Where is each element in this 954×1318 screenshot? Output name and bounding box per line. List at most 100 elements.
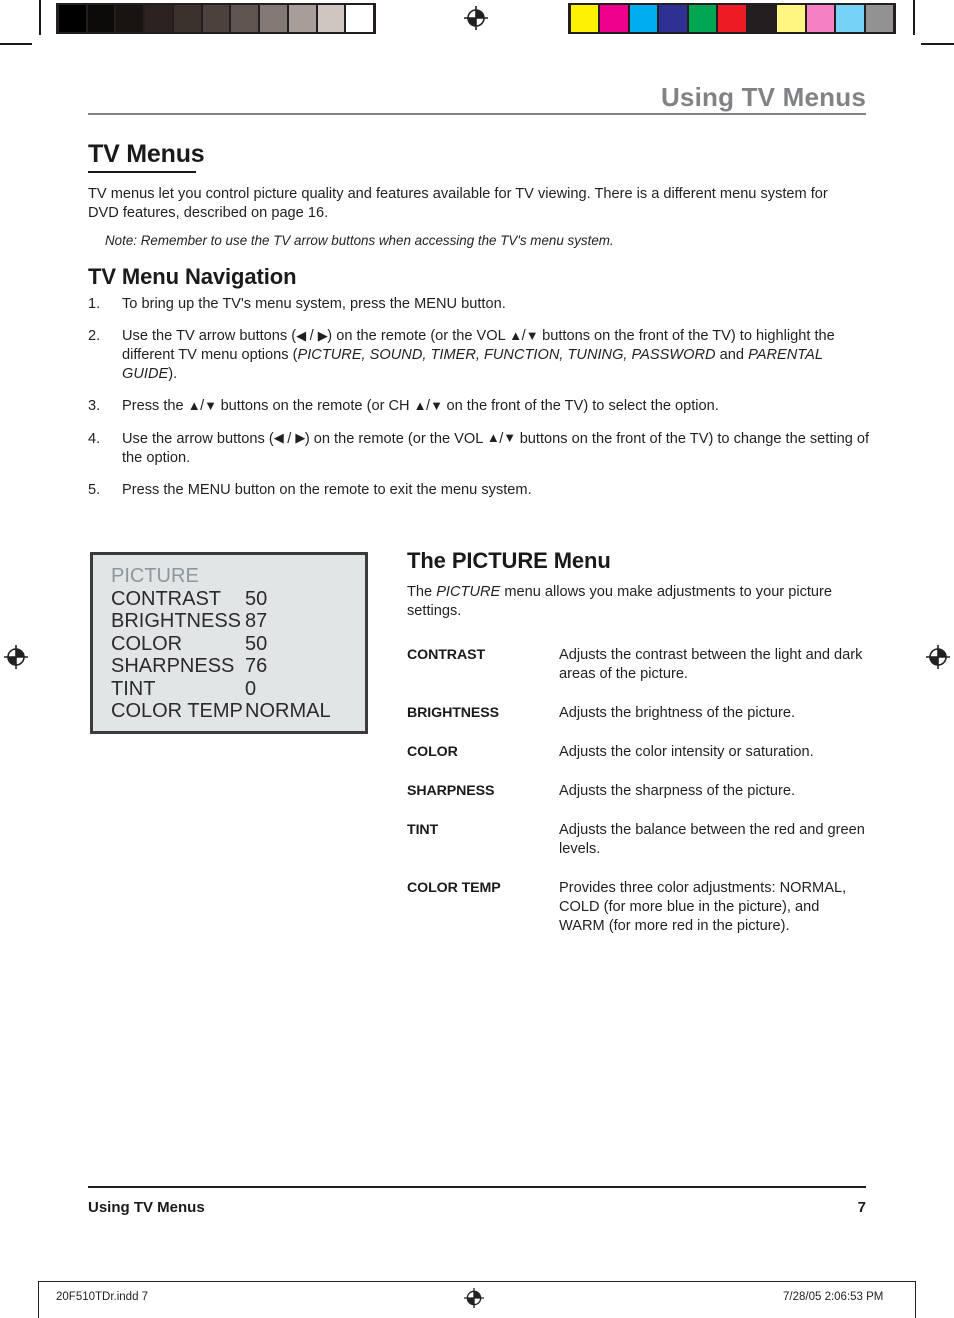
picture-menu-row-label: TINT: [111, 677, 156, 700]
definition-row: COLOR TEMP Provides three color adjustmen…: [407, 879, 869, 936]
picture-menu-row: COLOR TEMP NORMAL: [111, 700, 365, 723]
navigation-steps-list: 1. To bring up the TV's menu system, pres…: [88, 295, 878, 513]
intro-paragraph: TV menus let you control picture quality…: [88, 186, 828, 221]
grayscale-swatch: [173, 5, 201, 32]
picture-menu-intro-part: The: [407, 584, 437, 600]
picture-menu-intro: The PICTURE menu allows you make adjustm…: [407, 583, 865, 621]
registration-target-icon-left: [4, 645, 28, 669]
definition-term: COLOR TEMP: [407, 879, 501, 896]
picture-menu-title-row: PICTURE: [111, 565, 365, 588]
grayscale-calibration-bar: [56, 3, 376, 34]
registration-target-icon-slug: [464, 1288, 484, 1308]
picture-menu-row-label: CONTRAST: [111, 587, 221, 610]
definition-description: Adjusts the contrast between the light a…: [559, 647, 863, 682]
grayscale-swatch: [317, 5, 345, 32]
definition-description: Provides three color adjustments: NORMAL…: [559, 879, 847, 934]
definition-term: BRIGHTNESS: [407, 704, 500, 721]
page-canvas: Using TV Menus TV Menus TV menus let you…: [0, 0, 954, 1318]
color-swatch: [688, 5, 717, 32]
running-head: Using TV Menus: [660, 82, 866, 112]
picture-menu-row-value: 0: [245, 677, 257, 700]
picture-menu-intro-emphasis: PICTURE: [436, 584, 501, 600]
definition-row: SHARPNESS Adjusts the sharpness of the pi…: [407, 782, 869, 801]
picture-menu-row: TINT 0: [111, 678, 365, 701]
crop-mark-top-left-horizontal: [0, 43, 32, 45]
registration-target-icon-right: [926, 645, 950, 669]
grayscale-swatch: [87, 5, 115, 32]
definition-term: CONTRAST: [407, 647, 486, 663]
step-text: Use the TV arrow buttons (◀ / ▶) on the …: [122, 327, 835, 383]
color-calibration-bar: [568, 3, 896, 34]
page-title-underline: [88, 171, 196, 173]
page-title: TV Menus: [88, 140, 205, 168]
section-heading-navigation: TV Menu Navigation: [88, 264, 297, 289]
picture-menu-row-label: COLOR: [111, 632, 183, 655]
color-swatch: [600, 5, 628, 32]
picture-menu-row-label: SHARPNESS: [111, 655, 235, 677]
color-swatch: [747, 5, 776, 32]
color-swatch: [777, 5, 805, 32]
navigation-step: 1. To bring up the TV's menu system, pres…: [88, 295, 878, 314]
picture-menu-row-value: 50: [245, 587, 268, 610]
step-text: Press the ▲/▼ buttons on the remote (or …: [122, 397, 719, 415]
picture-menu-row-label: COLOR TEMP: [111, 700, 243, 722]
step-number: 5.: [88, 481, 101, 498]
crop-mark-top-left-vertical: [39, 0, 41, 35]
grayscale-swatch: [346, 5, 374, 32]
step-number: 2.: [88, 328, 101, 345]
grayscale-swatch: [260, 5, 287, 32]
picture-menu-title: PICTURE: [111, 565, 199, 587]
definition-row: CONTRAST Adjusts the contrast between the…: [407, 646, 869, 684]
grayscale-swatch: [59, 5, 86, 32]
definition-description: Adjusts the sharpness of the picture.: [559, 782, 796, 799]
step-text: To bring up the TV's menu system, press …: [122, 296, 506, 312]
intro-note: Note: Remember to use the TV arrow butto…: [105, 233, 614, 248]
color-swatch: [836, 5, 864, 32]
picture-menu-row: BRIGHTNESS 87: [111, 610, 365, 633]
color-swatch: [718, 5, 746, 32]
picture-menu-row-value: 50: [245, 632, 268, 655]
definition-term: SHARPNESS: [407, 782, 495, 799]
slug-datetime: 7/28/05 2:06:53 PM: [783, 1291, 884, 1303]
picture-menu-row: COLOR 50: [111, 633, 365, 656]
grayscale-swatch: [288, 5, 316, 32]
footer-rule: [88, 1186, 866, 1188]
definition-term: TINT: [407, 821, 439, 838]
definition-description: Adjusts the brightness of the picture.: [559, 704, 796, 721]
slug-tick-right: [915, 1281, 916, 1318]
slug-filename: 20F510TDr.indd 7: [56, 1291, 149, 1303]
step-text: Use the arrow buttons (◀ / ▶) on the rem…: [122, 430, 870, 466]
navigation-step: 3. Press the ▲/▼ buttons on the remote (o…: [88, 397, 878, 416]
navigation-step: 2. Use the TV arrow buttons (◀ / ▶) on th…: [88, 327, 878, 384]
color-swatch: [865, 5, 893, 32]
picture-menu-row-value: 87: [245, 610, 268, 632]
grayscale-swatch: [116, 5, 144, 32]
definition-description: Adjusts the balance between the red and …: [559, 821, 865, 857]
picture-menu-screenshot: PICTURE CONTRAST 50 BRIGHTNESS 87 COLOR 50 SHAR…: [90, 552, 368, 734]
navigation-step: 4. Use the arrow buttons (◀ / ▶) on the r…: [88, 430, 878, 468]
definition-term: COLOR: [407, 743, 458, 760]
definition-row: BRIGHTNESS Adjusts the brightness of the …: [407, 704, 869, 723]
grayscale-swatch: [145, 5, 172, 32]
grayscale-swatch: [231, 5, 259, 32]
color-swatch: [806, 5, 835, 32]
picture-settings-definition-list: CONTRAST Adjusts the contrast between the…: [407, 646, 869, 956]
picture-menu-row-value: NORMAL: [245, 700, 331, 722]
step-text: Press the MENU button on the remote to e…: [122, 481, 532, 498]
picture-menu-row-value: 76: [245, 655, 268, 677]
definition-row: COLOR Adjusts the color intensity or satu…: [407, 743, 869, 762]
navigation-step: 5. Press the MENU button on the remote to…: [88, 481, 878, 500]
step-number: 1.: [88, 296, 101, 312]
registration-target-icon-top: [464, 6, 488, 30]
section-heading-picture-menu: The PICTURE Menu: [407, 548, 611, 573]
picture-menu-row: SHARPNESS 76: [111, 655, 365, 678]
slug-tick-left: [38, 1281, 39, 1318]
slug-rule: [38, 1281, 916, 1282]
color-swatch: [629, 5, 658, 32]
crop-mark-top-right-horizontal: [921, 43, 954, 45]
color-swatch: [571, 5, 599, 32]
footer-page-number: 7: [857, 1199, 866, 1216]
color-swatch: [659, 5, 687, 32]
grayscale-swatch: [202, 5, 230, 32]
definition-row: TINT Adjusts the balance between the red …: [407, 821, 869, 859]
